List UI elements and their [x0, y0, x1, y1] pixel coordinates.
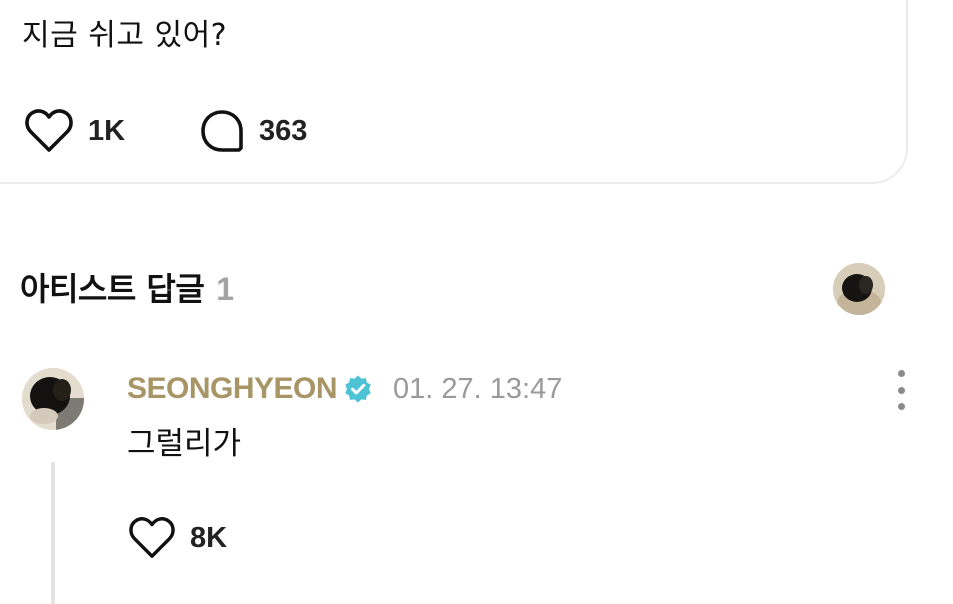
post-comment-count: 363 — [259, 114, 308, 147]
more-vertical-icon — [897, 370, 905, 377]
fan-post-card: 지금 쉬고 있어? 1K 363 — [0, 0, 908, 184]
avatar-image — [833, 263, 885, 315]
artist-replies-header: 아티스트 답글 1 — [20, 264, 234, 310]
reply-text: 그럴리가 — [127, 426, 242, 462]
reply-like-count: 8K — [190, 521, 228, 554]
post-text: 지금 쉬고 있어? — [22, 18, 228, 53]
reply-author-avatar[interactable] — [22, 368, 84, 430]
reply-author-name[interactable]: SEONGHYEON — [127, 372, 338, 406]
avatar-image — [22, 368, 84, 430]
reply-like-button[interactable]: 8K — [128, 516, 227, 560]
post-like-button[interactable]: 1K — [24, 108, 125, 154]
reply-timestamp: 01. 27. 13:47 — [393, 372, 563, 405]
thread-line — [51, 462, 55, 604]
post-like-count: 1K — [88, 114, 126, 147]
verified-badge-icon — [343, 374, 373, 404]
artist-replies-title: 아티스트 답글 — [20, 270, 205, 308]
comment-thread-page: 지금 쉬고 있어? 1K 363 아티스트 답글 1 SEONGHYEON 01… — [0, 0, 953, 604]
artist-avatar-small[interactable] — [833, 263, 885, 315]
reply-header: SEONGHYEON 01. 27. 13:47 — [127, 368, 562, 410]
speech-bubble-icon — [201, 110, 243, 152]
heart-outline-icon — [129, 517, 175, 558]
more-options-button[interactable] — [889, 370, 913, 410]
post-comment-button[interactable]: 363 — [199, 108, 307, 154]
artist-replies-count: 1 — [216, 271, 235, 307]
heart-outline-icon — [25, 109, 73, 152]
